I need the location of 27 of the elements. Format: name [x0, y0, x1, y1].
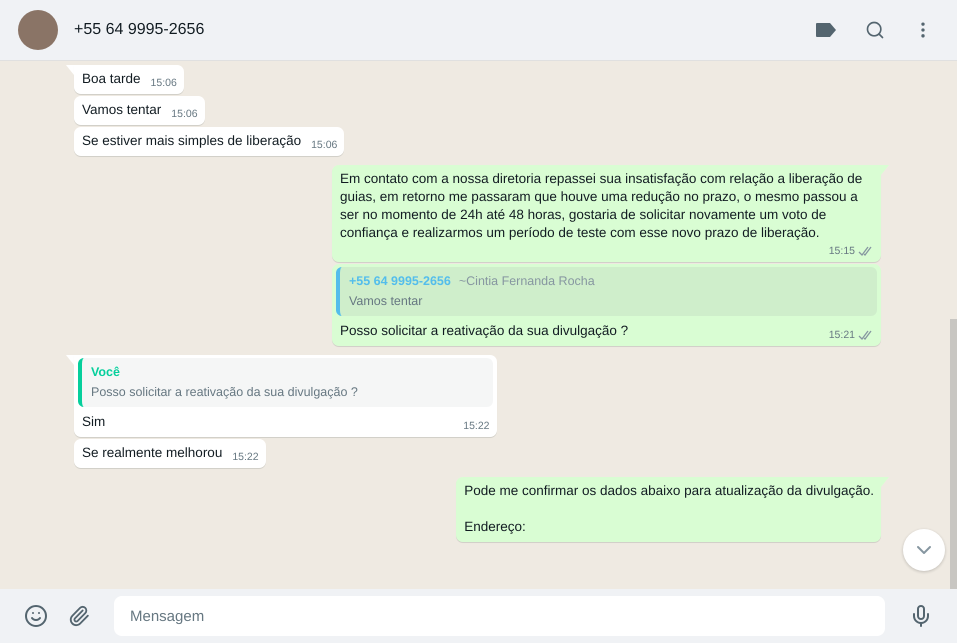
message-text: Endereço: — [464, 518, 527, 536]
quote-text: Posso solicitar a reativação da sua divulgação ? — [91, 384, 359, 401]
quote-alias: ~Cintia Fernanda Rocha — [458, 273, 595, 290]
message-text: Se realmente melhorou — [82, 444, 222, 462]
message-input[interactable]: Mensagem — [114, 596, 885, 636]
quoted-message[interactable]: +55 64 9995-2656 ~Cintia Fernanda Rocha Vamos tentar — [336, 267, 877, 316]
avatar-placeholder[interactable] — [18, 10, 58, 50]
quote-text: Vamos tentar — [349, 293, 424, 310]
message-text: Sim — [82, 413, 106, 431]
message-text: Posso solicitar a reativação da sua divulgação ? — [340, 322, 628, 340]
message-time: 15:22 — [463, 419, 490, 433]
message-text: Pode me confirmar os dados abaixo para atualização da divulgação. — [464, 482, 874, 500]
contact-name: +55 64 9995-2656 — [74, 21, 206, 39]
message-time: 15:06 — [150, 76, 177, 90]
quote-author: +55 64 9995-2656 — [349, 273, 451, 290]
message-time: 15:06 — [311, 138, 338, 152]
message-time: 15:22 — [232, 450, 259, 464]
quote-author: Você — [91, 364, 120, 381]
quoted-message[interactable]: Você Posso solicitar a reativação da sua divulgação ? — [78, 358, 493, 407]
message-time: 15:15 — [828, 244, 855, 258]
message-text: Se estiver mais simples de liberação — [82, 132, 302, 150]
message-time: 15:06 — [171, 107, 198, 121]
message-time: 15:21 — [828, 328, 855, 342]
message-text: Vamos tentar — [82, 101, 162, 119]
message-text: Em contato com a nossa diretoria repassei sua insatisfação com relação a liberação de guias, em retorno me passaram que houve uma redução no prazo, o mesmo passou a ser no momento de 24h até 48 horas, gostaria de solicitar novamente um voto de confiança e realizarmos um período de teste com esse novo prazo de liberação. — [340, 170, 864, 242]
message-text: Boa tarde — [82, 70, 141, 88]
scrollbar-thumb[interactable] — [950, 319, 957, 589]
